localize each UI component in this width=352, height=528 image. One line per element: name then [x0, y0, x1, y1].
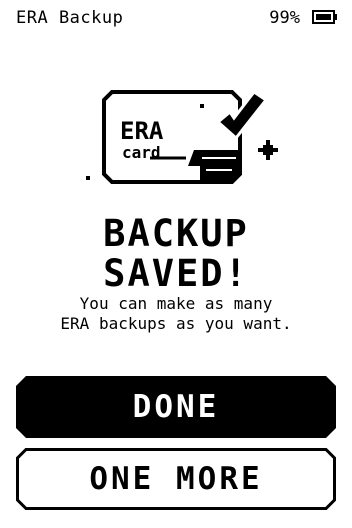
headline-saved: SAVED! [103, 252, 249, 295]
info-message-line1: You can make as many [79, 294, 273, 313]
era-card-illustration: ERA card [86, 89, 278, 184]
done-button-label: DONE [132, 389, 220, 425]
card-label-era: ERA [120, 117, 164, 145]
headline-backup: BACKUP [103, 212, 249, 255]
one-more-button-label: ONE MORE [89, 461, 263, 497]
done-button[interactable]: DONE [16, 376, 336, 438]
info-message: You can make as many ERA backups as you … [0, 294, 352, 334]
card-label-card: card [122, 143, 161, 162]
one-more-button[interactable]: ONE MORE [16, 448, 336, 510]
sparkle-dot [86, 176, 90, 180]
info-message-line2: ERA backups as you want. [60, 314, 292, 333]
sparkle-dot [200, 104, 204, 108]
sparkle-icon [258, 140, 278, 160]
